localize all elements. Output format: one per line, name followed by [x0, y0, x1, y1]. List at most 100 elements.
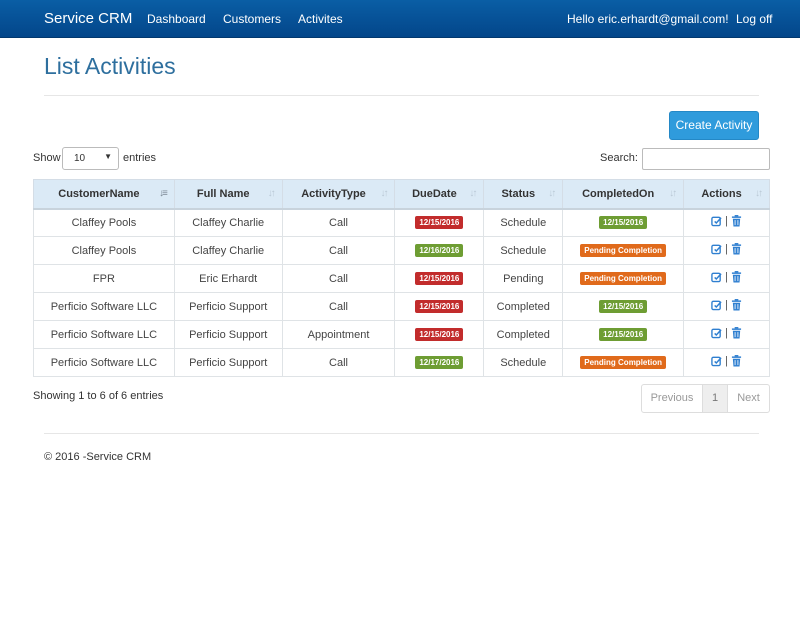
cell-completed-on: 12/15/2016 — [562, 292, 685, 321]
cell-actions: | — [683, 207, 770, 237]
user-greeting-link[interactable]: Hello eric.erhardt@gmail.com! — [567, 12, 729, 26]
action-separator: | — [725, 243, 728, 255]
cell-due-date: 12/16/2016 — [394, 236, 485, 265]
completed-on-badge: 12/15/2016 — [599, 216, 648, 230]
cell-completed-on: Pending Completion — [562, 236, 685, 265]
cell-completed-on: 12/15/2016 — [562, 320, 685, 349]
trash-icon[interactable] — [731, 271, 742, 283]
cell-actions: | — [683, 264, 770, 293]
cell-customer: Perficio Software LLC — [33, 348, 175, 377]
cell-due-date: 12/15/2016 — [394, 264, 485, 293]
action-separator: | — [725, 271, 728, 283]
action-separator: | — [725, 327, 728, 339]
column-header-completedon[interactable]: CompletedOn ↓↑ — [562, 179, 685, 209]
completed-on-badge: Pending Completion — [580, 356, 667, 369]
column-header-duedate[interactable]: DueDate ↓↑ — [394, 179, 485, 209]
cell-status: Pending — [483, 264, 564, 293]
cell-status: Completed — [483, 320, 564, 349]
sort-icon: ↓↑ — [669, 188, 677, 199]
page-length-select[interactable]: 10 ▼ — [62, 147, 119, 170]
top-navbar: Service CRM Dashboard Customers Activite… — [0, 0, 800, 38]
cell-full-name: Perficio Support — [173, 292, 283, 321]
cell-activity-type: Call — [281, 292, 396, 321]
sort-icon: ↓↑ — [267, 188, 276, 199]
sort-icon: ↓↑ — [548, 188, 556, 199]
nav-dashboard[interactable]: Dashboard — [147, 12, 206, 26]
column-header-label: CompletedOn — [582, 187, 655, 200]
create-activity-button[interactable]: Create Activity — [669, 111, 759, 140]
cell-customer: Claffey Pools — [33, 207, 175, 237]
table-row: FPR Eric Erhardt Call 12/15/2016 Pending Pend… — [33, 264, 770, 293]
trash-icon[interactable] — [731, 355, 742, 367]
cell-due-date: 12/15/2016 — [394, 292, 485, 321]
brand-link[interactable]: Service CRM — [44, 10, 132, 27]
column-header-activitytype[interactable]: ActivityType ↓↑ — [281, 179, 396, 209]
trash-icon[interactable] — [731, 243, 742, 255]
cell-full-name: Claffey Charlie — [173, 236, 283, 265]
cell-customer: Perficio Software LLC — [33, 292, 175, 321]
trash-icon[interactable] — [731, 327, 742, 339]
sort-icon: ↓↑ — [380, 188, 388, 199]
cell-actions: | — [683, 348, 770, 377]
edit-icon[interactable] — [711, 299, 722, 311]
edit-icon[interactable] — [711, 327, 722, 339]
column-header-label: Actions — [701, 187, 742, 200]
column-header-actions[interactable]: Actions ↓↑ — [683, 179, 770, 209]
table-row: Claffey Pools Claffey Charlie Call 12/15/20… — [33, 207, 770, 237]
action-separator: | — [725, 299, 728, 311]
cell-customer: Perficio Software LLC — [33, 320, 175, 349]
previous-page-button[interactable]: Previous — [642, 385, 703, 412]
cell-status: Schedule — [483, 236, 564, 265]
show-label: Show — [33, 152, 61, 164]
pagination: Previous 1 Next — [641, 384, 770, 413]
entries-label: entries — [123, 152, 157, 164]
search-input[interactable] — [642, 148, 770, 170]
column-header-fullname[interactable]: Full Name ↓↑ — [173, 179, 283, 209]
cell-completed-on: 12/15/2016 — [562, 207, 685, 237]
cell-full-name: Eric Erhardt — [173, 264, 283, 293]
logoff-link[interactable]: Log off — [736, 12, 772, 26]
column-header-label: Status — [501, 187, 536, 200]
completed-on-badge: 12/15/2016 — [599, 300, 648, 313]
due-date-badge: 12/15/2016 — [415, 328, 464, 341]
completed-on-badge: Pending Completion — [580, 272, 667, 285]
cell-customer: FPR — [33, 264, 175, 293]
due-date-badge: 12/17/2016 — [415, 356, 464, 369]
cell-activity-type: Call — [281, 348, 396, 377]
action-separator: | — [725, 215, 728, 228]
footer-divider — [44, 433, 759, 434]
page-1-button[interactable]: 1 — [703, 385, 728, 412]
cell-activity-type: Call — [281, 264, 396, 293]
cell-full-name: Perficio Support — [173, 320, 283, 349]
next-page-button[interactable]: Next — [728, 385, 769, 412]
edit-icon[interactable] — [711, 355, 722, 367]
nav-activities[interactable]: Activites — [298, 12, 343, 26]
nav-customers[interactable]: Customers — [223, 12, 281, 26]
cell-actions: | — [683, 236, 770, 265]
footer-text: © 2016 -Service CRM — [44, 451, 152, 463]
cell-full-name: Perficio Support — [173, 348, 283, 377]
column-header-label: DueDate — [412, 187, 457, 200]
edit-icon[interactable] — [711, 271, 722, 283]
chevron-down-icon: ▼ — [104, 152, 112, 161]
edit-icon[interactable] — [711, 215, 722, 227]
title-divider — [44, 95, 759, 96]
completed-on-badge: Pending Completion — [580, 244, 667, 257]
column-header-customername[interactable]: CustomerName ↓≡ — [33, 179, 175, 209]
cell-full-name: Claffey Charlie — [173, 207, 283, 237]
cell-completed-on: Pending Completion — [562, 264, 685, 293]
due-date-badge: 12/15/2016 — [415, 300, 464, 313]
table-info: Showing 1 to 6 of 6 entries — [33, 390, 164, 402]
table-row: Claffey Pools Claffey Charlie Call 12/16/20… — [33, 236, 770, 265]
trash-icon[interactable] — [731, 215, 742, 227]
sort-icon: ↓↑ — [755, 188, 763, 199]
trash-icon[interactable] — [731, 299, 742, 311]
due-date-badge: 12/15/2016 — [415, 272, 464, 285]
cell-activity-type: Appointment — [281, 320, 396, 349]
due-date-badge: 12/15/2016 — [415, 216, 464, 230]
column-header-label: CustomerName — [58, 187, 140, 200]
sort-ascending-icon: ↓≡ — [158, 188, 168, 199]
column-header-status[interactable]: Status ↓↑ — [483, 179, 564, 209]
cell-status: Completed — [483, 292, 564, 321]
edit-icon[interactable] — [711, 243, 722, 255]
